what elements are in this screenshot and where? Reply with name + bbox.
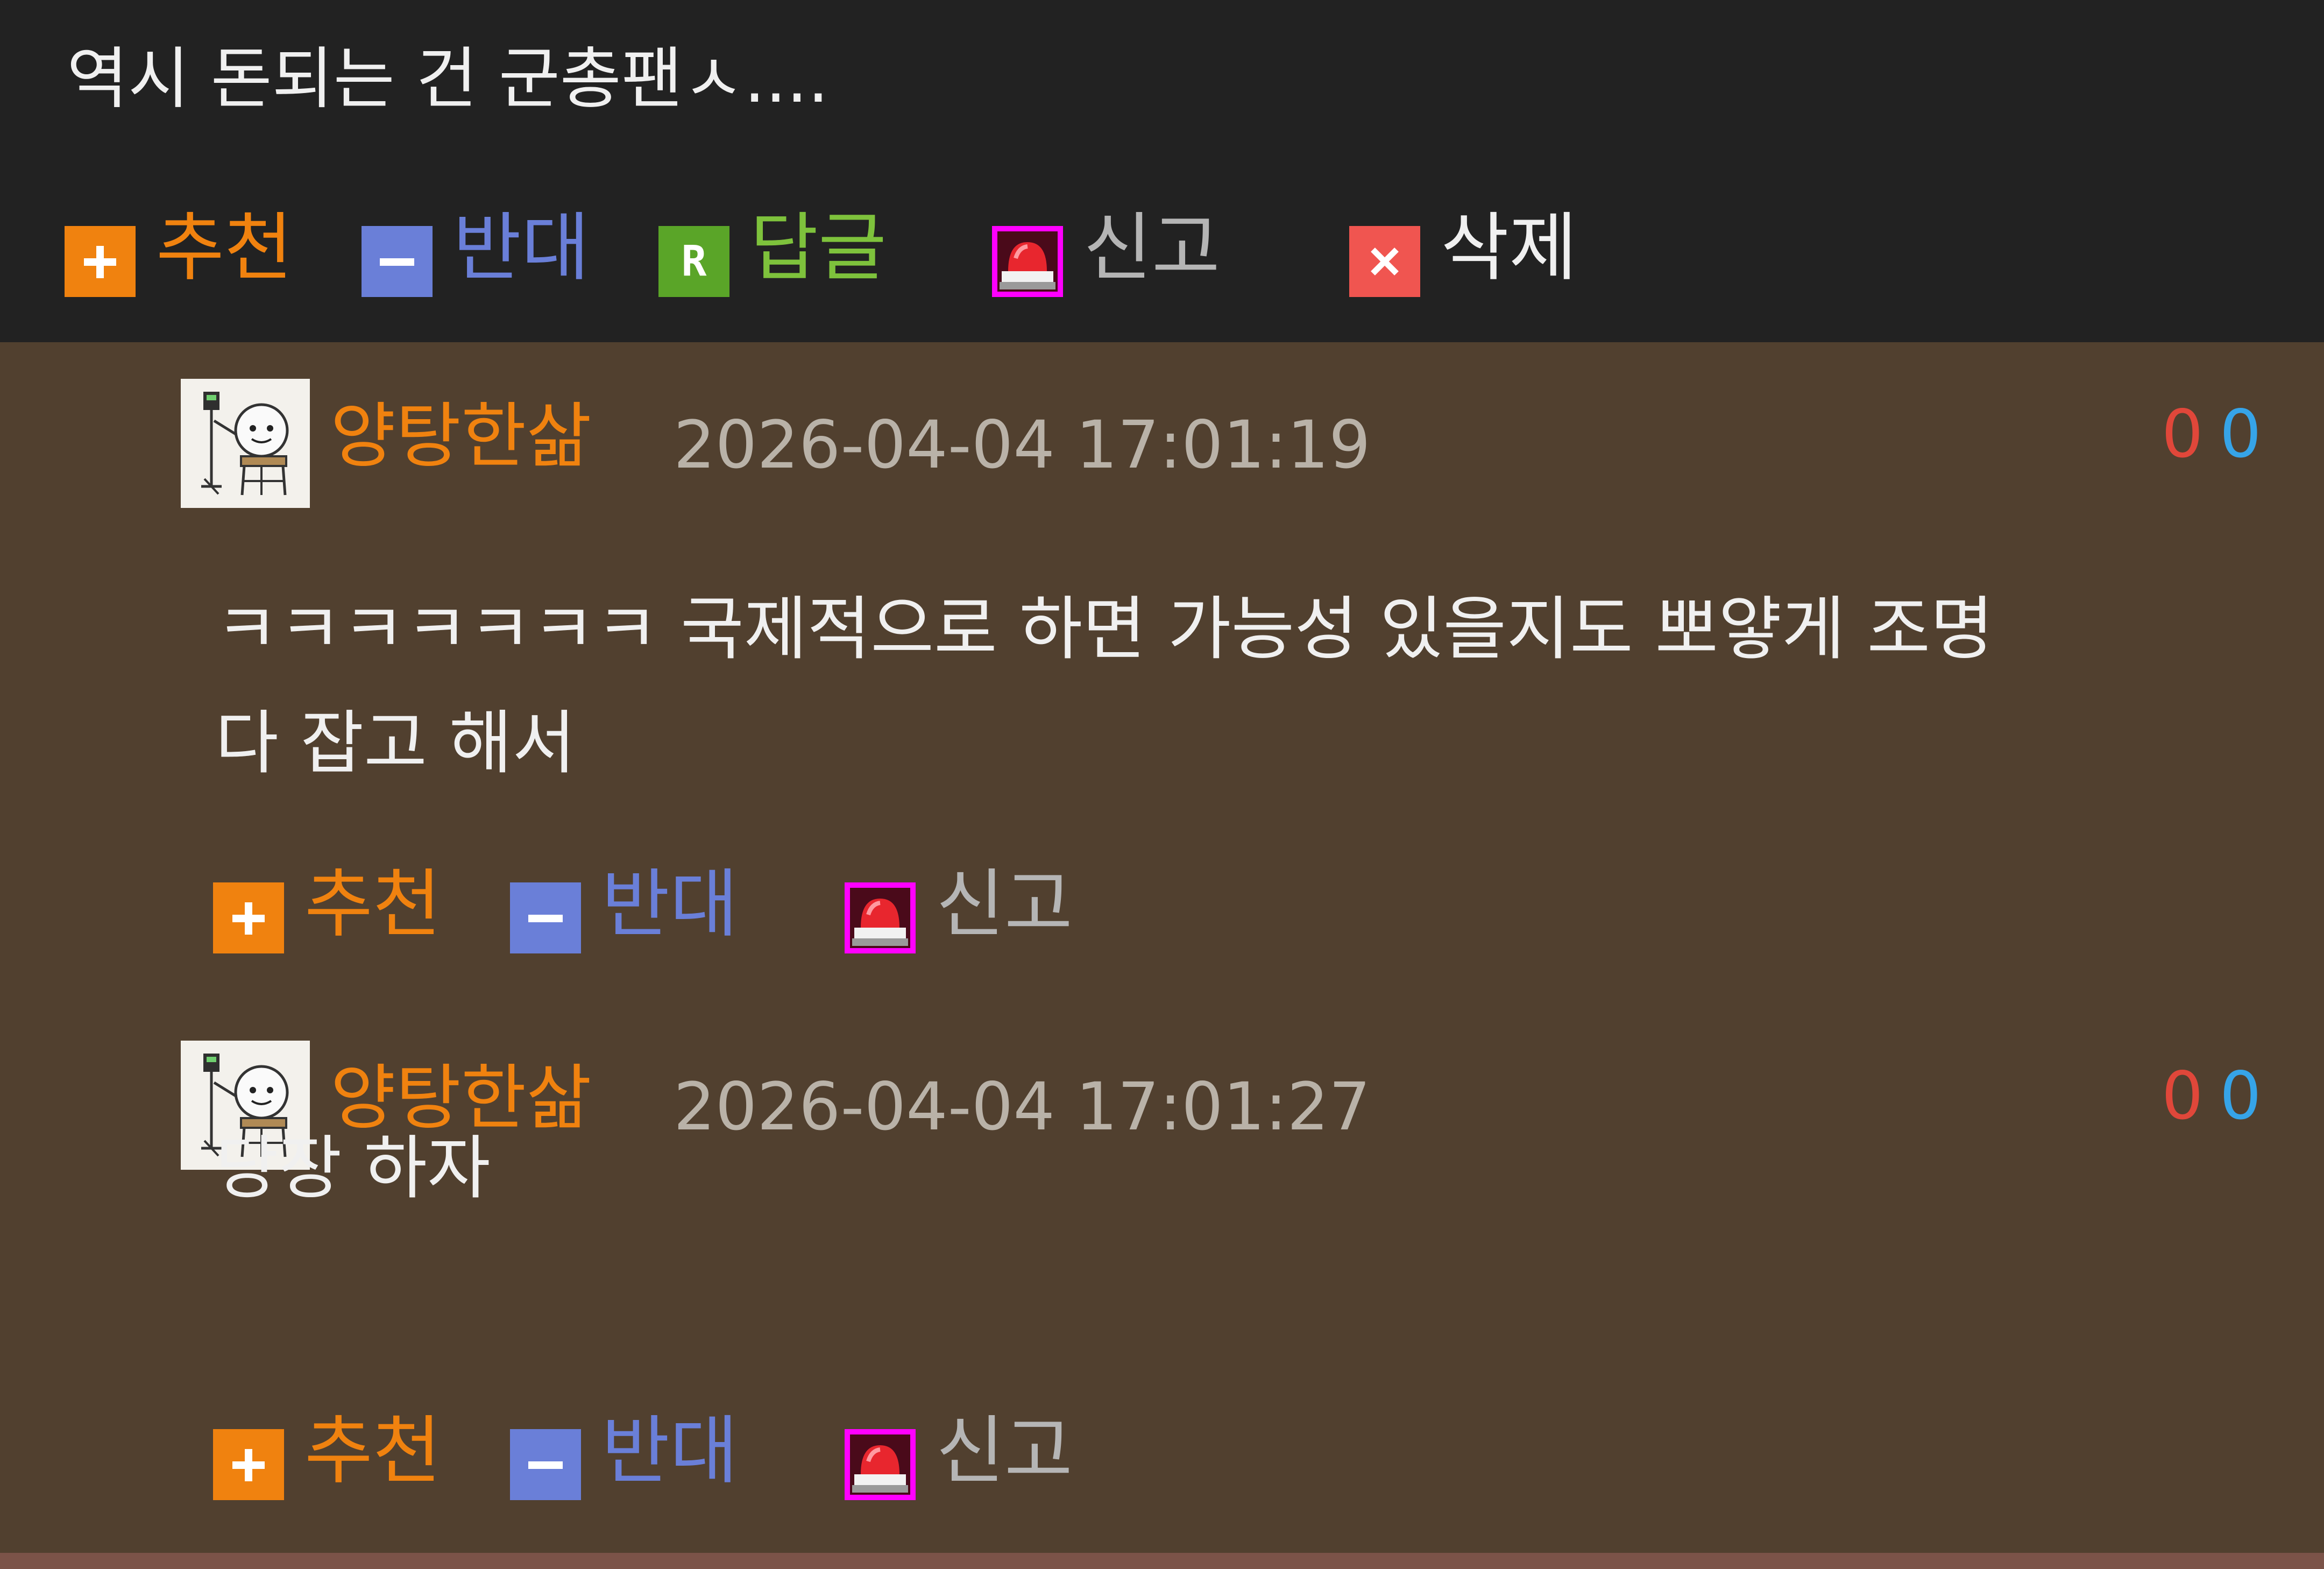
comment-action-bar: 추천 반대 신고 (0, 1405, 2324, 1500)
post-oppose-label: 반대 (453, 204, 590, 291)
post-action-bar: 추천 반대 R 답글 신고 삭제 (0, 202, 2324, 297)
next-item-edge (0, 1553, 2324, 1569)
post-header: 역시 돈되는 건 군총팬ㅅ.... 추천 반대 R 답글 신고 삭제 (0, 0, 2324, 342)
post-report-label: 신고 (1083, 204, 1220, 291)
comment-item: 양탕한삶 2026-04-04 17:01:19 0 0 ㅋㅋㅋㅋㅋㅋㅋ 국제적… (0, 342, 2324, 1004)
comment-downvote-count: 0 (2220, 396, 2262, 472)
close-x-icon (1349, 226, 1420, 297)
comment-oppose-label: 반대 (601, 861, 738, 948)
comment-upvote-count: 0 (2162, 1058, 2203, 1134)
svg-text:R: R (682, 237, 707, 286)
comment-downvote-count: 0 (2220, 1058, 2262, 1134)
post-recommend-label: 추천 (156, 204, 293, 291)
comment-report-label: 신고 (936, 861, 1073, 948)
comment-upvote-count: 0 (2162, 396, 2203, 472)
reply-r-icon: R (658, 226, 729, 297)
comment-report-label: 신고 (936, 1408, 1073, 1494)
comment-timestamp: 2026-04-04 17:01:19 (674, 407, 1371, 483)
plus-icon (213, 882, 284, 953)
plus-icon (213, 1429, 284, 1500)
comment-recommend-label: 추천 (304, 861, 441, 948)
minus-icon (510, 882, 581, 953)
comment-timestamp: 2026-04-04 17:01:27 (674, 1069, 1371, 1145)
comment-list: 양탕한삶 2026-04-04 17:01:19 0 0 ㅋㅋㅋㅋㅋㅋㅋ 국제적… (0, 342, 2324, 1553)
comment-body-line: 다 잡고 해서 (215, 703, 576, 783)
comment-body-line: ㅋㅋㅋㅋㅋㅋㅋ 국제적으로 하면 가능성 있을지도 뽀얗게 조명 (215, 589, 1994, 669)
comment-body-line: 당장 하자 (215, 1128, 491, 1208)
avatar[interactable] (181, 379, 310, 508)
post-reply-label: 답글 (750, 204, 887, 291)
plus-icon (65, 226, 136, 297)
siren-icon (992, 226, 1063, 297)
comment-oppose-label: 반대 (601, 1408, 738, 1494)
post-delete-label: 삭제 (1441, 204, 1577, 291)
comment-author[interactable]: 양탕한삶 (330, 391, 592, 482)
comment-action-bar: 추천 반대 신고 (0, 859, 2324, 953)
siren-icon (845, 1429, 916, 1500)
minus-icon (510, 1429, 581, 1500)
comment-recommend-label: 추천 (304, 1408, 441, 1494)
minus-icon (362, 226, 433, 297)
page: 역시 돈되는 건 군총팬ㅅ.... 추천 반대 R 답글 신고 삭제 양탕한삶 … (0, 0, 2324, 1569)
siren-icon (845, 882, 916, 953)
post-content-text: 역시 돈되는 건 군총팬ㅅ.... (67, 40, 829, 118)
comment-item: 양탕한삶 2026-04-04 17:01:27 0 0 당장 하자 추천 반대 (0, 1004, 2324, 1553)
